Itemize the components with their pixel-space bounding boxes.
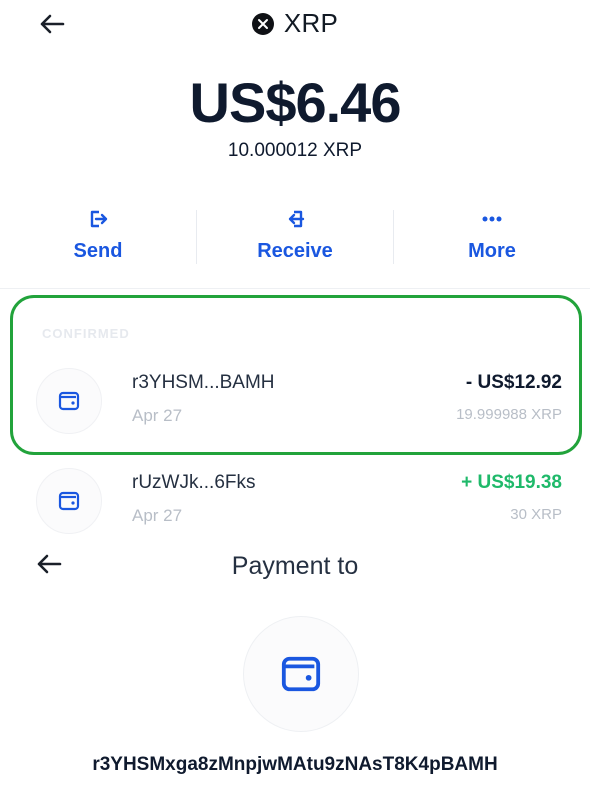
payment-title: Payment to <box>231 552 359 580</box>
action-bar: Send Receive More <box>0 200 590 278</box>
receive-label: Receive <box>257 240 333 262</box>
receive-icon <box>288 210 305 228</box>
wallet-icon <box>58 491 80 511</box>
recipient-avatar <box>243 616 359 732</box>
transaction-date: Apr 27 <box>132 506 183 525</box>
receive-button[interactable]: Receive <box>197 200 393 278</box>
crypto-balance: 10.000012 XRP <box>227 140 363 161</box>
more-dots-icon <box>482 216 502 222</box>
send-label: Send <box>73 240 123 262</box>
send-icon <box>90 210 108 228</box>
page-title: XRP <box>283 8 339 38</box>
transaction-address: rUzWJk...6Fks <box>132 472 256 493</box>
transaction-crypto-amount: 30 XRP <box>510 506 562 523</box>
asset-header: XRP <box>0 8 590 39</box>
more-label: More <box>468 240 516 262</box>
transaction-fiat-amount: + US$19.38 <box>461 472 562 493</box>
transaction-row[interactable]: rUzWJk...6Fks Apr 27 + US$19.38 30 XRP <box>36 468 566 548</box>
recipient-address: r3YHSMxga8zMnpjwMAtu9zNAsT8K4pBAMH <box>92 754 498 775</box>
section-divider <box>0 288 590 289</box>
transaction-avatar <box>36 468 102 534</box>
fiat-balance: US$6.46 <box>189 71 402 134</box>
send-button[interactable]: Send <box>0 200 196 278</box>
more-button[interactable]: More <box>394 200 590 278</box>
highlight-outline <box>10 295 582 455</box>
xrp-logo-icon <box>251 12 274 35</box>
wallet-icon <box>281 656 321 692</box>
